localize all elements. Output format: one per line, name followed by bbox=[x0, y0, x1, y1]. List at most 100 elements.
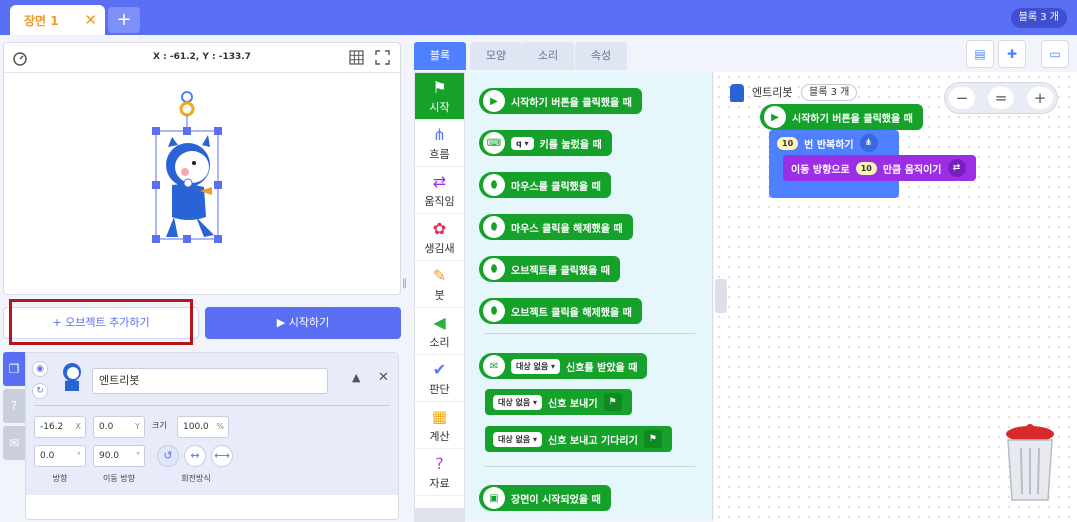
block-label: 만큼 움직이기 bbox=[882, 164, 942, 176]
signal-dropdown[interactable]: 대상 없음 ▾ bbox=[511, 358, 561, 374]
mouse-icon: ⬮ bbox=[483, 174, 505, 196]
tab-blocks[interactable]: 블록 bbox=[414, 42, 466, 70]
move-direction-label: 이동 방향 bbox=[103, 474, 135, 483]
repeat-count[interactable]: 10 bbox=[777, 136, 799, 150]
zoom-out-button[interactable]: − bbox=[949, 87, 975, 109]
object-thumbnail bbox=[63, 363, 81, 391]
move-value[interactable]: 10 bbox=[855, 161, 877, 175]
category-scroll-down[interactable] bbox=[414, 508, 465, 522]
block-when-scene-started[interactable]: ▣ 장면이 시작되었을 때 bbox=[479, 485, 611, 511]
palette-divider bbox=[485, 333, 695, 334]
block-when-object-released[interactable]: ⬮ 오브젝트 클릭을 해제했을 때 bbox=[479, 298, 642, 324]
tab-properties[interactable]: 속성 bbox=[575, 42, 627, 70]
block-label: 신호 보내고 기다리기 bbox=[548, 435, 638, 447]
category-label: 흐름 bbox=[429, 148, 450, 161]
palette-divider bbox=[485, 466, 695, 467]
question-icon: ? bbox=[10, 399, 18, 413]
fullscreen-icon[interactable] bbox=[375, 50, 390, 65]
collapse-arrow-icon[interactable]: ▲ bbox=[352, 371, 360, 384]
rotate-horizontal-icon[interactable]: ↔ bbox=[184, 445, 206, 467]
category-sound[interactable]: ◀ 소리 bbox=[415, 308, 464, 355]
key-dropdown[interactable]: q ▾ bbox=[511, 136, 534, 150]
block-when-mouse-clicked[interactable]: ⬮ 마우스를 클릭했을 때 bbox=[479, 172, 611, 198]
comment-icon[interactable]: ▤ bbox=[966, 40, 994, 68]
stage-header: X : -61.2, Y : -133.7 bbox=[4, 43, 400, 73]
scene-tab-label: 장면 1 bbox=[24, 13, 59, 28]
rotate-free-icon[interactable]: ↺ bbox=[157, 445, 179, 467]
object-list-tab[interactable]: ❐ bbox=[3, 352, 25, 386]
add-comment-icon[interactable]: ✚ bbox=[998, 40, 1026, 68]
delete-object-icon[interactable]: ✕ bbox=[378, 370, 389, 385]
move-direction-field[interactable]: 90.0 ° bbox=[93, 445, 145, 467]
flag-icon: ⚑ bbox=[643, 430, 662, 448]
messages-tab[interactable]: ✉ bbox=[3, 426, 25, 460]
block-label: 시작하기 버튼을 클릭했을 때 bbox=[792, 113, 913, 125]
tab-scene-1[interactable]: 장면 1 ✕ bbox=[10, 5, 105, 35]
category-looks[interactable]: ✿ 생김새 bbox=[415, 214, 464, 261]
workspace-object-name: 엔트리봇 bbox=[752, 86, 793, 99]
close-icon[interactable]: ✕ bbox=[84, 11, 97, 29]
storage-icon[interactable]: ▭ bbox=[1041, 40, 1069, 68]
category-label: 생김새 bbox=[424, 242, 455, 255]
block-when-signal-received[interactable]: ✉ 대상 없음 ▾ 신호를 받았을 때 bbox=[479, 353, 648, 379]
block-send-signal[interactable]: 대상 없음 ▾ 신호 보내기 ⚑ bbox=[485, 389, 632, 415]
keyboard-icon: ⌨ bbox=[483, 132, 505, 154]
script-repeat-block[interactable]: 10 번 반복하기 ⋔ bbox=[769, 130, 888, 156]
tab-shapes[interactable]: 모양 bbox=[470, 42, 522, 70]
start-button[interactable]: ▶ 시작하기 bbox=[205, 307, 401, 339]
signal-dropdown[interactable]: 대상 없음 ▾ bbox=[493, 431, 543, 447]
category-label: 자료 bbox=[429, 477, 450, 490]
divider bbox=[34, 405, 390, 406]
rotate-lock-icon[interactable]: ↻ bbox=[32, 383, 48, 399]
direction-field[interactable]: 0.0 ° bbox=[34, 445, 86, 467]
panel-resize-handle[interactable]: ‖ bbox=[402, 278, 408, 292]
move-direction-value: 90.0 bbox=[99, 451, 120, 461]
object-card[interactable]: ◉ ↻ 엔트리봇 ▲ ✕ -16.2 X 0.0 Y 크기 100.0% 0.0 ° … bbox=[26, 353, 398, 495]
script-when-start-clicked[interactable]: ▶ 시작하기 버튼을 클릭했을 때 bbox=[760, 104, 923, 130]
mouse-icon: ⬮ bbox=[483, 216, 505, 238]
stage-coordinates: X : -61.2, Y : -133.7 bbox=[153, 52, 251, 62]
object-panel: ◉ ↻ 엔트리봇 ▲ ✕ -16.2 X 0.0 Y 크기 100.0% 0.0 ° … bbox=[25, 352, 399, 520]
zoom-in-button[interactable]: + bbox=[1027, 87, 1053, 109]
signal-dropdown[interactable]: 대상 없음 ▾ bbox=[493, 394, 543, 410]
entrybot-sprite[interactable] bbox=[144, 87, 234, 247]
object-name-input[interactable]: 엔트리봇 bbox=[92, 368, 328, 394]
block-when-mouse-released[interactable]: ⬮ 마우스 클릭을 해제했을 때 bbox=[479, 214, 633, 240]
help-tab[interactable]: ? bbox=[3, 389, 25, 423]
script-move-block[interactable]: 이동 방향으로 10 만큼 움직이기 ⇄ bbox=[783, 155, 976, 181]
block-send-signal-wait[interactable]: 대상 없음 ▾ 신호 보내고 기다리기 ⚑ bbox=[485, 426, 672, 452]
block-when-start-clicked[interactable]: ▶ 시작하기 버튼을 클릭했을 때 bbox=[479, 88, 642, 114]
category-brush[interactable]: ✎ 붓 bbox=[415, 261, 464, 308]
signal-icon: ✉ bbox=[483, 355, 505, 377]
zoom-reset-button[interactable]: = bbox=[988, 87, 1014, 109]
category-start[interactable]: ⚑ 시작 bbox=[415, 73, 464, 120]
block-when-object-clicked[interactable]: ⬮ 오브젝트를 클릭했을 때 bbox=[479, 256, 620, 282]
size-field[interactable]: 100.0% bbox=[177, 416, 229, 438]
workspace-block-count: 블록 3 개 bbox=[801, 84, 858, 101]
palette-resize-handle[interactable] bbox=[715, 279, 727, 313]
y-value: 0.0 bbox=[99, 422, 114, 432]
rotate-none-icon[interactable]: ⟷ bbox=[211, 445, 233, 467]
y-position-field[interactable]: 0.0 Y bbox=[93, 416, 145, 438]
category-calc[interactable]: ▦ 계산 bbox=[415, 402, 464, 449]
visibility-icon[interactable]: ◉ bbox=[32, 361, 48, 377]
category-label: 판단 bbox=[429, 383, 450, 396]
repeat-icon: ⋔ bbox=[859, 134, 878, 152]
mouse-icon: ⬮ bbox=[483, 300, 505, 322]
grid-icon[interactable] bbox=[349, 50, 364, 65]
object-side-tabs: ❐ ? ✉ bbox=[3, 352, 25, 462]
x-position-field[interactable]: -16.2 X bbox=[34, 416, 86, 438]
flow-icon: ⋔ bbox=[432, 125, 447, 144]
add-scene-button[interactable]: + bbox=[108, 7, 140, 33]
trash-icon[interactable] bbox=[1003, 420, 1057, 504]
category-flow[interactable]: ⋔ 흐름 bbox=[415, 120, 464, 167]
objects-icon: ❐ bbox=[8, 362, 20, 376]
stage[interactable]: X : -61.2, Y : -133.7 bbox=[3, 42, 401, 295]
category-data[interactable]: ? 자료 bbox=[415, 449, 464, 496]
category-label: 움직임 bbox=[424, 195, 455, 208]
block-label: 신호를 받았을 때 bbox=[566, 362, 638, 374]
category-judgement[interactable]: ✔ 판단 bbox=[415, 355, 464, 402]
tab-sounds[interactable]: 소리 bbox=[522, 42, 574, 70]
category-motion[interactable]: ⇄ 움직임 bbox=[415, 167, 464, 214]
block-when-key-pressed[interactable]: ⌨ q ▾ 키를 눌렀을 때 bbox=[479, 130, 612, 156]
